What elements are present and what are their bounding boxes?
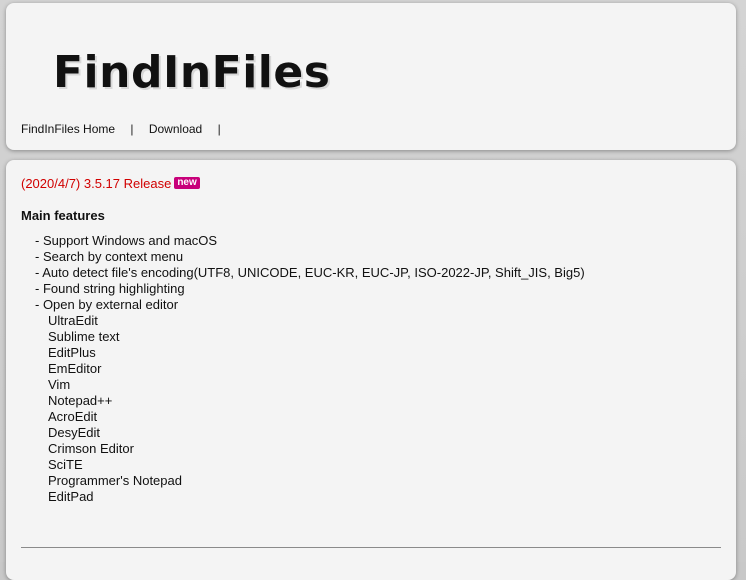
- editor-item: Crimson Editor: [48, 441, 134, 456]
- editor-item: Vim: [48, 377, 71, 392]
- nav-separator: |: [130, 122, 134, 136]
- editor-item: UltraEdit: [48, 313, 98, 328]
- feature-item-highlighting: - Found string highlighting: [35, 281, 185, 296]
- page-background: FindInFiles FindInFiles Home | Download …: [0, 0, 746, 580]
- site-title: FindInFiles: [53, 47, 331, 98]
- new-badge: new: [174, 177, 200, 189]
- features-heading: Main features: [21, 208, 105, 223]
- feature-item-encoding: - Auto detect file's encoding(UTF8, UNIC…: [35, 265, 585, 280]
- editor-item: Sublime text: [48, 329, 120, 344]
- release-notice[interactable]: (2020/4/7) 3.5.17 Release new: [21, 176, 200, 191]
- nav-link-home[interactable]: FindInFiles Home: [21, 122, 115, 136]
- features-list: - Support Windows and macOS - Search by …: [35, 233, 585, 313]
- editor-item: DesyEdit: [48, 425, 101, 440]
- editor-item: SciTE: [48, 457, 83, 472]
- editor-item: Programmer's Notepad: [48, 473, 182, 488]
- editor-item: EditPlus: [48, 345, 96, 360]
- top-nav: FindInFiles Home | Download |: [21, 122, 233, 136]
- content-divider: [21, 547, 721, 548]
- editor-item: AcroEdit: [48, 409, 98, 424]
- editor-item: Notepad++: [48, 393, 113, 408]
- editor-item: EditPad: [48, 489, 94, 504]
- editors-list: UltraEdit Sublime text EditPlus EmEditor…: [48, 313, 182, 505]
- feature-item-external-editor: - Open by external editor: [35, 297, 179, 312]
- release-link[interactable]: (2020/4/7) 3.5.17 Release: [21, 176, 171, 191]
- nav-separator: |: [217, 122, 221, 136]
- editor-item: EmEditor: [48, 361, 102, 376]
- content-panel: (2020/4/7) 3.5.17 Release new Main featur…: [6, 160, 736, 580]
- header-panel: FindInFiles FindInFiles Home | Download …: [6, 3, 736, 150]
- nav-link-download[interactable]: Download: [149, 122, 202, 136]
- feature-item-platforms: - Support Windows and macOS: [35, 233, 218, 248]
- feature-item-context-menu: - Search by context menu: [35, 249, 184, 264]
